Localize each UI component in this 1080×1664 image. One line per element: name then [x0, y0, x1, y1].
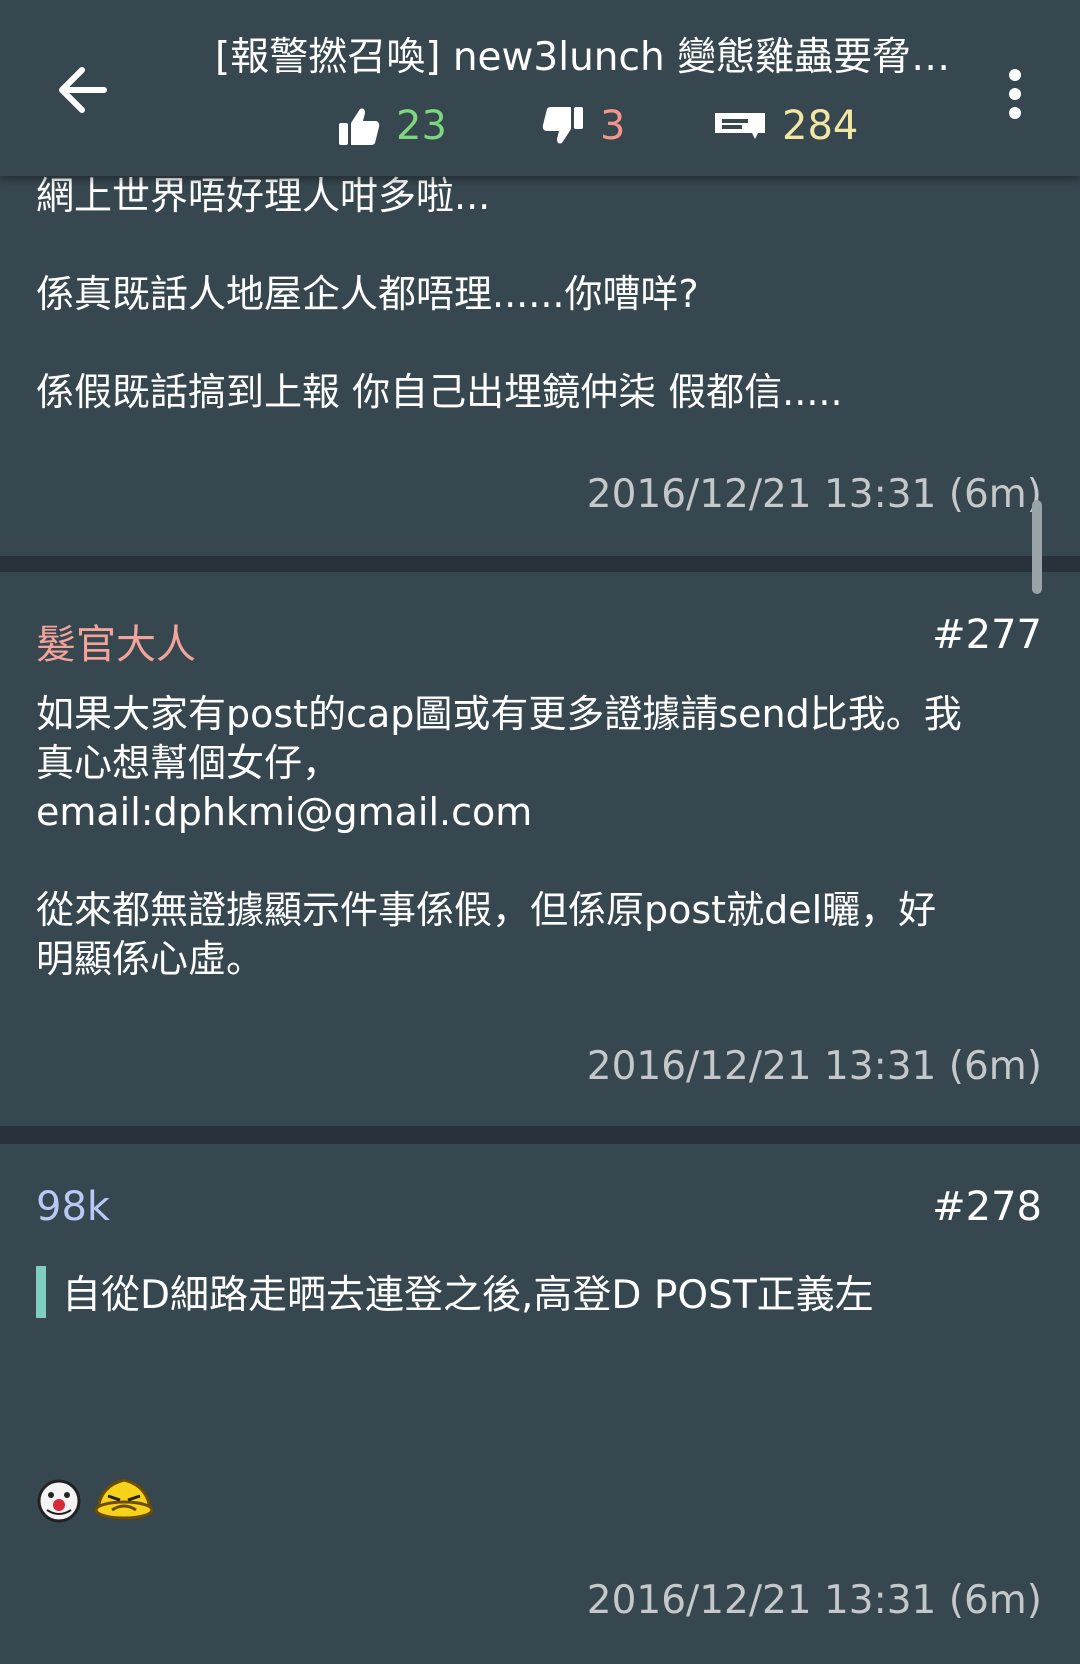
clown-face-emoticon	[37, 1479, 81, 1523]
replies-count: 284	[782, 103, 859, 149]
thumbs-up-icon	[339, 108, 380, 145]
replies-stat: 284	[712, 96, 858, 156]
likes-stat[interactable]: 23	[336, 96, 447, 156]
reply-post: 髮官大人 #277 如果大家有post的cap圖或有更多證據請send比我。我 …	[0, 572, 1080, 1126]
overflow-menu-button[interactable]	[1000, 66, 1030, 122]
post-body: 網上世界唔好理人咁多啦... 係真既話人地屋企人都唔理......你嘈咩? 係假…	[36, 174, 843, 414]
thread-title: [報警撚召喚] new3lunch 變態雞蟲要脅…	[215, 35, 951, 80]
comment-icon	[715, 113, 765, 139]
reply-post: 網上世界唔好理人咁多啦... 係真既話人地屋企人都唔理......你嘈咩? 係假…	[0, 130, 1080, 556]
dislikes-stat[interactable]: 3	[540, 96, 625, 156]
scrollbar[interactable]	[1032, 500, 1042, 594]
more-vert-icon	[1009, 69, 1021, 119]
author-name[interactable]: 髮官大人	[36, 612, 196, 670]
thumbs-down-icon	[542, 107, 583, 144]
post-body: 如果大家有post的cap圖或有更多證據請send比我。我 真心想幫個女仔， e…	[36, 692, 962, 981]
yellow-face-emoticon	[94, 1478, 154, 1520]
quote-content: 自從D細路走晒去連登之後,高登D POST正義左	[62, 1273, 874, 1318]
post-number[interactable]: #277	[932, 612, 1042, 658]
post-timestamp: 2016/12/21 13:31 (6m)	[586, 1578, 1042, 1623]
thread-stats: 23 3 284	[0, 96, 1080, 156]
app-bar: [報警撚召喚] new3lunch 變態雞蟲要脅… 23 3 284	[0, 0, 1080, 176]
quoted-text: 自從D細路走晒去連登之後,高登D POST正義左	[36, 1262, 1036, 1318]
post-number[interactable]: #278	[932, 1184, 1042, 1230]
author-name[interactable]: 98k	[36, 1184, 110, 1230]
emoticon-row	[36, 1470, 176, 1530]
reply-post: 98k #278 自從D細路走晒去連登之後,高登D POST正義左 2016/1…	[0, 1144, 1080, 1664]
post-timestamp: 2016/12/21 13:31 (6m)	[586, 472, 1042, 517]
quote-bar	[36, 1266, 46, 1318]
post-timestamp: 2016/12/21 13:31 (6m)	[586, 1044, 1042, 1089]
likes-count: 23	[396, 103, 447, 149]
dislikes-count: 3	[600, 103, 626, 149]
